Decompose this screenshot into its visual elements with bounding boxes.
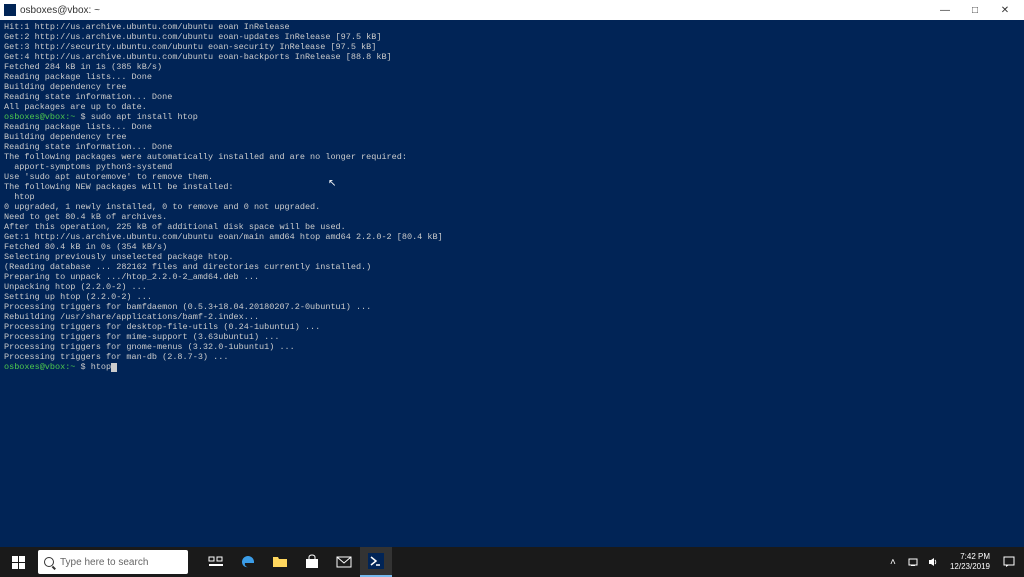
mail-icon — [336, 554, 352, 570]
clock-time: 7:42 PM — [950, 552, 990, 562]
terminal-window: osboxes@vbox: ~ — □ ✕ Hit:1 http://us.ar… — [0, 0, 1024, 547]
taskbar: Type here to search ˄ 7:42 PM — [0, 547, 1024, 577]
windows-logo-icon — [12, 556, 25, 569]
powershell-icon — [368, 553, 384, 569]
minimize-button[interactable]: — — [930, 1, 960, 19]
maximize-button[interactable]: □ — [960, 1, 990, 19]
clock-date: 12/23/2019 — [950, 562, 990, 572]
file-explorer-button[interactable] — [264, 547, 296, 577]
window-title: osboxes@vbox: ~ — [20, 5, 930, 16]
terminal-output[interactable]: Hit:1 http://us.archive.ubuntu.com/ubunt… — [0, 20, 1024, 547]
notification-button[interactable] — [998, 547, 1020, 577]
edge-button[interactable] — [232, 547, 264, 577]
start-button[interactable] — [0, 547, 36, 577]
mail-button[interactable] — [328, 547, 360, 577]
taskbar-clock[interactable]: 7:42 PM 12/23/2019 — [944, 552, 996, 572]
store-icon — [304, 554, 320, 570]
volume-icon[interactable] — [924, 547, 942, 577]
tray-expand-button[interactable]: ˄ — [884, 547, 902, 577]
taskbar-apps — [200, 547, 392, 577]
taskbar-search[interactable]: Type here to search — [38, 550, 188, 574]
network-icon[interactable] — [904, 547, 922, 577]
terminal-icon — [4, 4, 16, 16]
powershell-button[interactable] — [360, 547, 392, 577]
window-controls: — □ ✕ — [930, 1, 1020, 19]
folder-icon — [272, 554, 288, 570]
close-button[interactable]: ✕ — [990, 1, 1020, 19]
search-icon — [44, 557, 54, 567]
window-titlebar[interactable]: osboxes@vbox: ~ — □ ✕ — [0, 0, 1024, 20]
system-tray: ˄ 7:42 PM 12/23/2019 — [884, 547, 1024, 577]
store-button[interactable] — [296, 547, 328, 577]
task-view-button[interactable] — [200, 547, 232, 577]
edge-icon — [240, 554, 256, 570]
task-view-icon — [208, 554, 224, 570]
search-placeholder: Type here to search — [60, 557, 148, 568]
